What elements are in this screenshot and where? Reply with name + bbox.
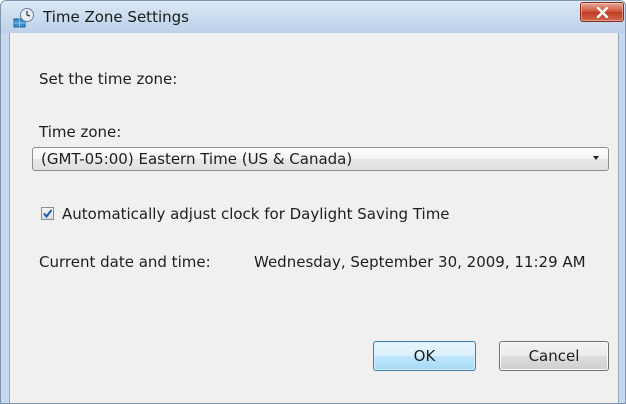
title-bar[interactable]: Time Zone Settings [1, 1, 625, 33]
timezone-dropdown[interactable]: (GMT-05:00) Eastern Time (US & Canada) [32, 147, 609, 171]
close-icon [596, 7, 609, 18]
dst-checkbox-label[interactable]: Automatically adjust clock for Daylight … [62, 204, 450, 224]
dst-checkbox[interactable] [41, 207, 54, 220]
time-zone-settings-window: Time Zone Settings Set the time zone: Ti… [0, 0, 626, 404]
clock-globe-icon [13, 7, 35, 29]
cancel-button[interactable]: Cancel [499, 341, 609, 371]
timezone-selected-value: (GMT-05:00) Eastern Time (US & Canada) [41, 150, 353, 168]
close-button[interactable] [580, 2, 624, 22]
timezone-label: Time zone: [39, 123, 122, 141]
window-title: Time Zone Settings [43, 8, 189, 26]
current-datetime-value: Wednesday, September 30, 2009, 11:29 AM [254, 253, 586, 271]
intro-label: Set the time zone: [39, 70, 178, 88]
current-datetime-label: Current date and time: [39, 253, 211, 271]
checkmark-icon [43, 209, 53, 219]
ok-button[interactable]: OK [373, 341, 476, 371]
chevron-down-icon [593, 156, 599, 160]
